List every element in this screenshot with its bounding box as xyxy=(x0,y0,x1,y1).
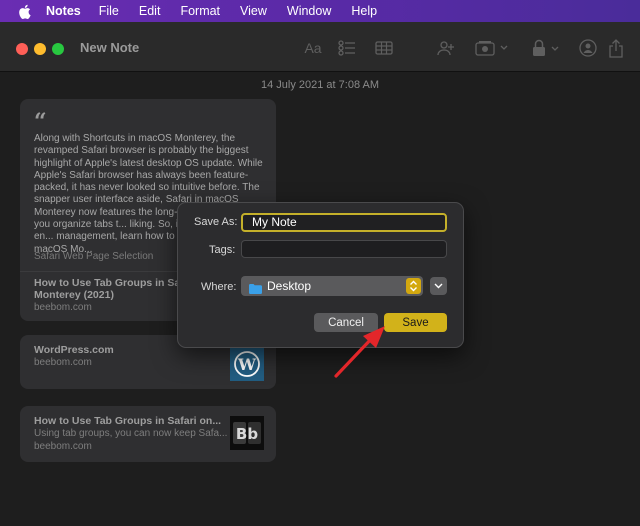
save-as-input[interactable]: My Note xyxy=(241,213,447,232)
card-title: WordPress.com xyxy=(34,344,114,356)
svg-text:Bb: Bb xyxy=(236,425,258,443)
title-bar: New Note Aa xyxy=(0,22,640,72)
checklist-icon[interactable] xyxy=(337,38,357,58)
card-title: How to Use Tab Groups in Safari on... xyxy=(34,415,222,427)
menu-format[interactable]: Format xyxy=(180,4,220,18)
chevron-up-down-icon xyxy=(406,278,421,294)
window-title: New Note xyxy=(80,40,140,55)
beebom-logo-icon: Bb xyxy=(230,416,264,450)
menu-window[interactable]: Window xyxy=(287,4,331,18)
tags-label: Tags: xyxy=(209,244,236,256)
menu-view[interactable]: View xyxy=(240,4,267,18)
menu-edit[interactable]: Edit xyxy=(139,4,161,18)
menu-help[interactable]: Help xyxy=(351,4,377,18)
menu-file[interactable]: File xyxy=(99,4,119,18)
chevron-down-icon xyxy=(434,283,443,289)
card-description: Using tab groups, you can now keep Safa.… xyxy=(34,428,228,439)
where-select[interactable]: Desktop xyxy=(241,276,423,296)
wordpress-logo-icon: W xyxy=(230,347,264,381)
expand-button[interactable] xyxy=(430,277,447,295)
format-text-icon[interactable]: Aa xyxy=(302,38,324,58)
collaborate-icon[interactable] xyxy=(436,38,456,58)
tags-input[interactable] xyxy=(241,240,447,258)
annotation-arrow-icon xyxy=(334,326,385,378)
svg-text:W: W xyxy=(237,355,257,374)
media-icon[interactable] xyxy=(474,38,510,58)
link-card-tab-groups[interactable]: How to Use Tab Groups in Safari on... Us… xyxy=(20,406,276,462)
menu-app-notes[interactable]: Notes xyxy=(46,4,81,18)
quote-mark: “ xyxy=(34,109,47,135)
card-selection-label: Safari Web Page Selection xyxy=(34,251,154,262)
close-window-button[interactable] xyxy=(16,43,28,55)
card-site: beebom.com xyxy=(34,441,92,452)
folder-icon xyxy=(249,281,262,294)
save-dialog: Save As: My Note Tags: Where: Desktop Ca… xyxy=(177,202,464,348)
share-icon[interactable] xyxy=(606,38,626,58)
zoom-window-button[interactable] xyxy=(52,43,64,55)
where-value: Desktop xyxy=(267,279,312,293)
where-label: Where: xyxy=(201,281,237,293)
save-button[interactable]: Save xyxy=(384,313,447,332)
collaborate-icon[interactable] xyxy=(578,38,598,58)
card-site: beebom.com xyxy=(34,357,92,368)
save-as-label: Save As: xyxy=(194,216,238,228)
minimize-window-button[interactable] xyxy=(34,43,46,55)
lock-icon[interactable] xyxy=(530,38,562,58)
menu-bar: Notes File Edit Format View Window Help xyxy=(0,0,640,22)
card-site: beebom.com xyxy=(34,302,92,313)
note-date: 14 July 2021 at 7:08 AM xyxy=(260,79,380,91)
apple-logo-icon[interactable] xyxy=(16,3,32,19)
table-icon[interactable] xyxy=(374,38,394,58)
